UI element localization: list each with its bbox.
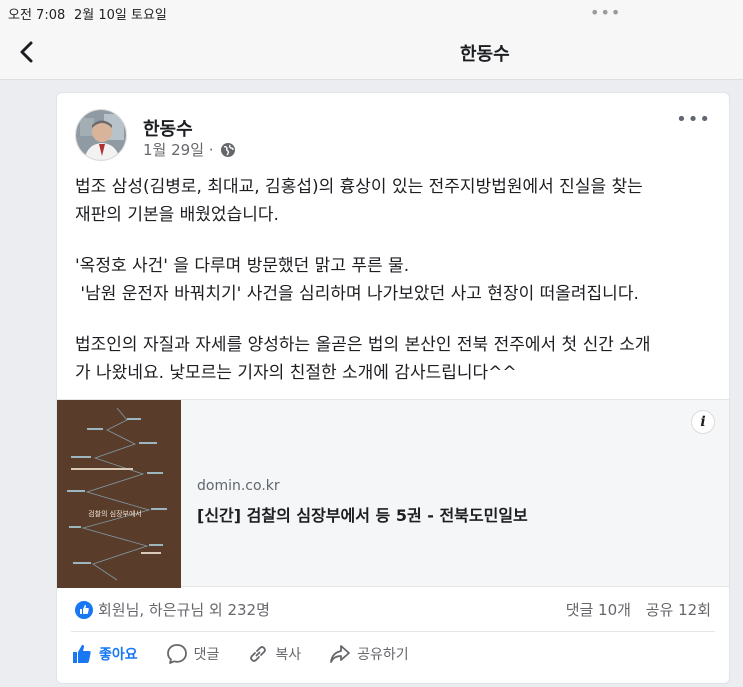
page-title: 한동수 bbox=[460, 44, 510, 65]
link-preview[interactable]: 검찰의 심장부에서 domin.co.kr [신간] 검찰의 심장부에서 등 5… bbox=[57, 399, 729, 588]
info-icon[interactable]: i bbox=[691, 410, 715, 434]
reaction-text: 회원님, 하은규님 외 232명 bbox=[98, 601, 270, 619]
action-bar: 좋아요 댓글 복사 공유하기 bbox=[71, 639, 437, 669]
engagement-counts: 댓글 10개 공유 12회 bbox=[566, 599, 711, 620]
globe-icon bbox=[220, 142, 235, 157]
share-count[interactable]: 공유 12회 bbox=[646, 601, 711, 619]
post-paragraph: '옥정호 사건' 을 다루며 방문했던 맑고 푸른 물. '남원 운전자 바꿔치… bbox=[75, 256, 639, 304]
link-headline[interactable]: [신간] 검찰의 심장부에서 등 5권 - 전북도민일보 bbox=[197, 502, 528, 526]
book-cover-image: 검찰의 심장부에서 bbox=[57, 400, 181, 588]
copy-label: 복사 bbox=[275, 647, 302, 663]
meta-separator: · bbox=[204, 140, 214, 159]
status-date: 2월 10일 토요일 bbox=[74, 8, 167, 23]
copy-link-button[interactable]: 복사 bbox=[247, 643, 301, 665]
like-reaction-icon bbox=[75, 600, 93, 619]
like-label: 좋아요 bbox=[99, 647, 138, 663]
book-cover-title: 검찰의 심장부에서 bbox=[88, 509, 142, 518]
comment-label: 댓글 bbox=[193, 647, 220, 663]
link-icon bbox=[250, 646, 267, 662]
post-paragraph: 법조 삼성(김병로, 최대교, 김홍섭)의 흉상이 있는 전주지방법원에서 진실… bbox=[75, 177, 643, 225]
share-label: 공유하기 bbox=[357, 647, 409, 663]
post-author[interactable]: 한동수 bbox=[143, 115, 193, 141]
status-time: 오전 7:08 bbox=[8, 8, 66, 23]
post-date[interactable]: 1월 29일 bbox=[143, 139, 204, 160]
avatar[interactable] bbox=[75, 109, 127, 161]
avatar-photo bbox=[76, 110, 126, 160]
comment-icon bbox=[166, 644, 187, 664]
nav-bar: 한동수 bbox=[0, 26, 743, 80]
divider bbox=[71, 631, 715, 632]
more-options-icon[interactable]: ••• bbox=[676, 109, 711, 130]
post-meta: 1월 29일 · bbox=[143, 139, 236, 160]
multitasking-dots[interactable]: ••• bbox=[590, 3, 621, 22]
share-button[interactable]: 공유하기 bbox=[329, 643, 409, 665]
share-icon bbox=[330, 645, 351, 663]
post-card: 한동수 1월 29일 · ••• 법조 삼성(김병로, 최대교, 김홍섭)의 흉… bbox=[56, 92, 730, 684]
status-bar: 오전 7:08 2월 10일 토요일 ••• bbox=[0, 0, 743, 26]
like-button[interactable]: 좋아요 bbox=[71, 643, 138, 665]
link-domain: domin.co.kr bbox=[197, 478, 280, 494]
thumbs-up-icon bbox=[73, 644, 91, 663]
comment-count[interactable]: 댓글 10개 bbox=[566, 601, 631, 619]
reaction-summary[interactable]: 회원님, 하은규님 외 232명 bbox=[75, 599, 270, 620]
comment-button[interactable]: 댓글 bbox=[166, 643, 220, 665]
post-body: 법조 삼성(김병로, 최대교, 김홍섭)의 흉상이 있는 전주지방법원에서 진실… bbox=[75, 173, 715, 387]
post-paragraph: 법조인의 자질과 자세를 양성하는 올곧은 법의 본산인 전북 전주에서 첫 신… bbox=[75, 335, 651, 383]
